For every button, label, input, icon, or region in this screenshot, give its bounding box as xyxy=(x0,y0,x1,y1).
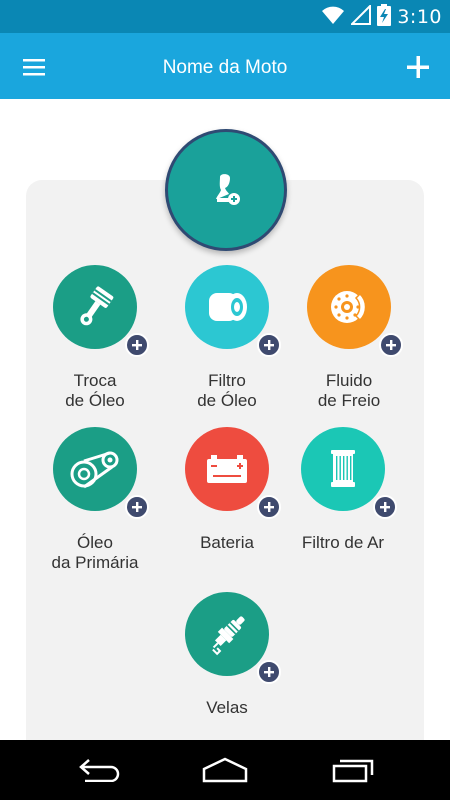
add-badge-icon[interactable] xyxy=(125,495,149,519)
add-button[interactable] xyxy=(400,49,436,85)
item-label: Bateria xyxy=(200,533,254,552)
add-badge-icon[interactable] xyxy=(379,333,403,357)
item-icon-circle xyxy=(185,592,281,684)
signal-icon xyxy=(349,3,372,30)
back-button[interactable] xyxy=(72,754,128,786)
navigation-bar xyxy=(0,740,450,800)
belt-pulley-icon xyxy=(70,451,119,489)
add-badge-icon[interactable] xyxy=(125,333,149,357)
recent-apps-icon xyxy=(332,759,374,783)
item-icon-circle xyxy=(301,427,397,519)
battery-icon xyxy=(207,455,247,483)
item-label: Fluido de Freio xyxy=(317,371,381,410)
item-icon-circle xyxy=(307,265,403,357)
back-arrow-icon xyxy=(79,759,120,782)
item-icon-circle xyxy=(53,427,149,519)
recent-apps-button[interactable] xyxy=(325,754,381,786)
battery-charging-icon xyxy=(377,3,392,31)
app-bar-title: Nome da Moto xyxy=(162,57,288,78)
plus-icon xyxy=(407,56,429,78)
oil-filter-icon xyxy=(209,293,247,321)
item-label: Filtro de Óleo xyxy=(197,371,257,410)
item-label: Troca de Óleo xyxy=(65,371,125,410)
add-user-icon xyxy=(216,174,240,205)
screen: 3:10 Nome da Moto Troca de Óleo Filtro d… xyxy=(0,0,450,800)
menu-button[interactable] xyxy=(16,49,52,85)
app-bar: Nome da Moto xyxy=(0,33,450,99)
item-filtro-de-oleo[interactable]: Filtro de Óleo xyxy=(162,265,292,411)
piston-icon xyxy=(80,286,114,326)
item-fluido-de-freio[interactable]: Fluido de Freio xyxy=(284,265,414,411)
home-button[interactable] xyxy=(197,754,253,786)
item-oleo-da-primaria[interactable]: Óleo da Primária xyxy=(30,427,160,573)
item-label: Filtro de Ar xyxy=(301,533,385,552)
add-badge-icon[interactable] xyxy=(257,333,281,357)
item-bateria[interactable]: Bateria xyxy=(162,427,292,553)
wifi-icon xyxy=(321,5,345,30)
item-filtro-de-ar[interactable]: Filtro de Ar xyxy=(278,427,408,553)
add-badge-icon[interactable] xyxy=(373,495,397,519)
add-photo-button[interactable] xyxy=(165,129,287,251)
item-icon-circle xyxy=(185,265,281,357)
spark-plug-icon xyxy=(212,616,245,656)
item-velas[interactable]: Velas xyxy=(162,592,292,718)
status-time: 3:10 xyxy=(397,6,442,28)
home-icon xyxy=(202,757,248,783)
item-label: Óleo da Primária xyxy=(51,533,139,572)
item-label: Velas xyxy=(206,698,248,717)
hamburger-menu-icon xyxy=(23,59,45,76)
brake-disc-icon xyxy=(331,291,367,323)
add-badge-icon[interactable] xyxy=(257,660,281,684)
item-icon-circle xyxy=(185,427,281,519)
item-troca-de-oleo[interactable]: Troca de Óleo xyxy=(30,265,160,411)
item-icon-circle xyxy=(53,265,149,357)
air-filter-icon xyxy=(331,450,355,487)
status-bar: 3:10 xyxy=(0,0,450,33)
